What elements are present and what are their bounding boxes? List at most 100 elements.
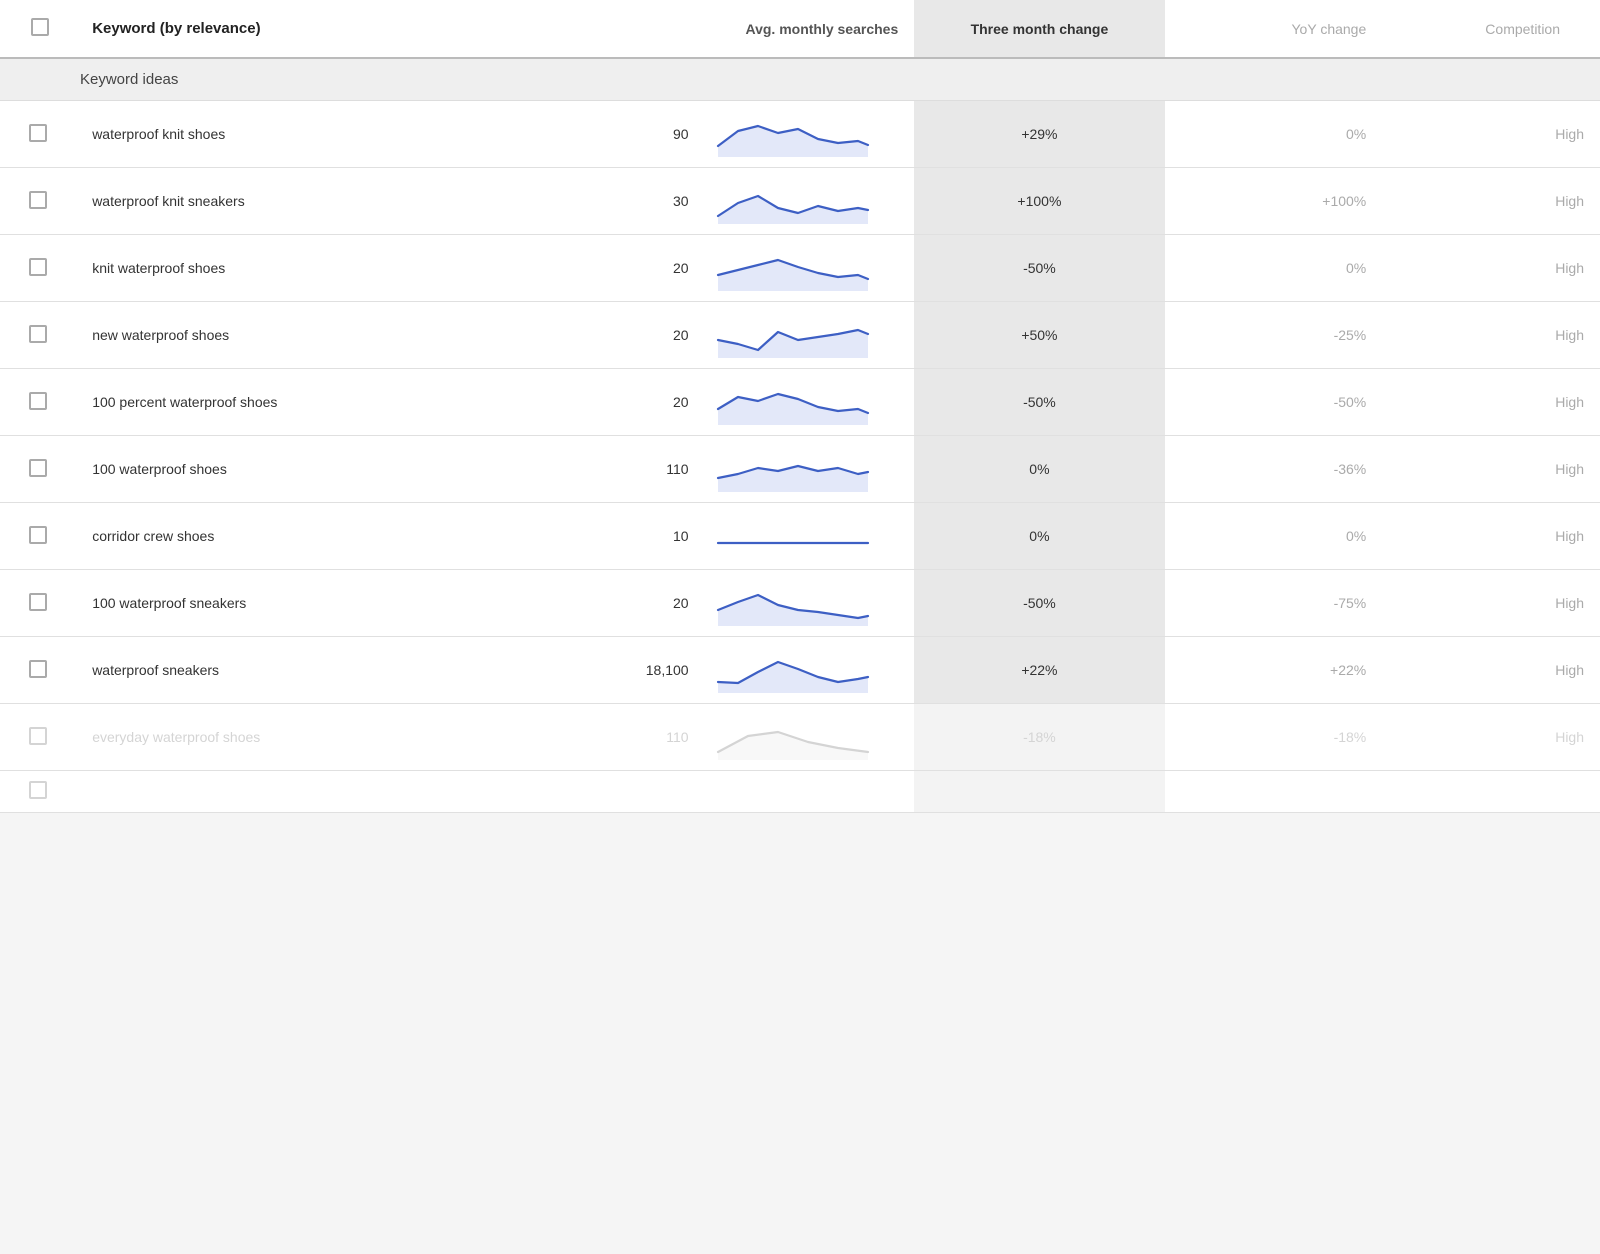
- table-row-partial: [0, 771, 1600, 813]
- table-row: new waterproof shoes 20 +50% -25% High: [0, 302, 1600, 369]
- avg-searches-value: 90: [544, 101, 696, 168]
- competition-value: High: [1382, 503, 1600, 570]
- row-checkbox-3[interactable]: [0, 302, 76, 369]
- col-header-competition: Competition: [1382, 0, 1600, 58]
- keyword-cell-partial: [76, 771, 544, 813]
- row-checkbox-6[interactable]: [0, 503, 76, 570]
- three-month-change-value: +22%: [914, 637, 1164, 704]
- row-checkbox-8[interactable]: [0, 637, 76, 704]
- yoy-change-value: +22%: [1165, 637, 1383, 704]
- checkbox-box-3[interactable]: [29, 325, 47, 343]
- row-checkbox-7[interactable]: [0, 570, 76, 637]
- row-checkbox-4[interactable]: [0, 369, 76, 436]
- three-month-change-value: -50%: [914, 369, 1164, 436]
- three-month-change-value: 0%: [914, 436, 1164, 503]
- competition-value: High: [1382, 369, 1600, 436]
- keyword-cell: 100 waterproof sneakers: [76, 570, 544, 637]
- yoy-change-value: -36%: [1165, 436, 1383, 503]
- yoy-change-value: +100%: [1165, 168, 1383, 235]
- checkbox-box-7[interactable]: [29, 593, 47, 611]
- header-checkbox-box[interactable]: [31, 18, 49, 36]
- keyword-cell: waterproof knit shoes: [76, 101, 544, 168]
- avg-searches-value: 18,100: [544, 637, 696, 704]
- competition-value: High: [1382, 704, 1600, 771]
- three-month-change-value: -50%: [914, 570, 1164, 637]
- sparkline-cell: [697, 637, 915, 704]
- keyword-cell: waterproof knit sneakers: [76, 168, 544, 235]
- yoy-change-value: -75%: [1165, 570, 1383, 637]
- col-header-three-month: Three month change: [914, 0, 1164, 58]
- keyword-cell: 100 waterproof shoes: [76, 436, 544, 503]
- row-checkbox-0[interactable]: [0, 101, 76, 168]
- avg-searches-value: 110: [544, 436, 696, 503]
- table-row: waterproof knit shoes 90 +29% 0% High: [0, 101, 1600, 168]
- checkbox-box-6[interactable]: [29, 526, 47, 544]
- row-checkbox-extra[interactable]: [0, 771, 76, 813]
- sparkline-partial: [697, 771, 915, 813]
- row-checkbox-2[interactable]: [0, 235, 76, 302]
- avg-searches-value: 20: [544, 235, 696, 302]
- competition-value: High: [1382, 168, 1600, 235]
- table-row: 100 percent waterproof shoes 20 -50% -50…: [0, 369, 1600, 436]
- three-month-change-value: 0%: [914, 503, 1164, 570]
- keyword-cell: knit waterproof shoes: [76, 235, 544, 302]
- col-header-avg: Avg. monthly searches: [544, 0, 914, 58]
- sparkline-cell: [697, 101, 915, 168]
- avg-searches-value: 30: [544, 168, 696, 235]
- row-checkbox-1[interactable]: [0, 168, 76, 235]
- avg-searches-value: 10: [544, 503, 696, 570]
- checkbox-box-1[interactable]: [29, 191, 47, 209]
- table-row: corridor crew shoes 10 0% 0% High: [0, 503, 1600, 570]
- three-month-change-value: +50%: [914, 302, 1164, 369]
- sparkline-cell: [697, 704, 915, 771]
- keyword-cell: everyday waterproof shoes: [76, 704, 544, 771]
- keyword-table-container: Keyword (by relevance) Avg. monthly sear…: [0, 0, 1600, 813]
- sparkline-cell: [697, 168, 915, 235]
- table-row: waterproof knit sneakers 30 +100% +100% …: [0, 168, 1600, 235]
- row-checkbox-5[interactable]: [0, 436, 76, 503]
- table-row: 100 waterproof sneakers 20 -50% -75% Hig…: [0, 570, 1600, 637]
- sparkline-cell: [697, 235, 915, 302]
- col-header-keyword: Keyword (by relevance): [76, 0, 544, 58]
- competition-value: High: [1382, 436, 1600, 503]
- competition-value: High: [1382, 101, 1600, 168]
- sparkline-cell: [697, 369, 915, 436]
- competition-value: High: [1382, 302, 1600, 369]
- checkbox-box-5[interactable]: [29, 459, 47, 477]
- keyword-table: Keyword (by relevance) Avg. monthly sear…: [0, 0, 1600, 813]
- competition-value: High: [1382, 570, 1600, 637]
- keyword-cell: waterproof sneakers: [76, 637, 544, 704]
- checkbox-box-4[interactable]: [29, 392, 47, 410]
- yoy-change-value: 0%: [1165, 235, 1383, 302]
- avg-searches-value: 20: [544, 302, 696, 369]
- three-month-change-value: -50%: [914, 235, 1164, 302]
- sparkline-cell: [697, 570, 915, 637]
- keyword-ideas-section-header: Keyword ideas: [0, 58, 1600, 101]
- three-month-change-value: +29%: [914, 101, 1164, 168]
- three-partial: [914, 771, 1164, 813]
- checkbox-box-extra[interactable]: [29, 781, 47, 799]
- checkbox-box-2[interactable]: [29, 258, 47, 276]
- avg-partial: [544, 771, 696, 813]
- yoy-partial: [1165, 771, 1383, 813]
- sparkline-cell: [697, 436, 915, 503]
- keyword-cell: 100 percent waterproof shoes: [76, 369, 544, 436]
- table-row: everyday waterproof shoes 110 -18% -18% …: [0, 704, 1600, 771]
- checkbox-box-9[interactable]: [29, 727, 47, 745]
- table-header-row: Keyword (by relevance) Avg. monthly sear…: [0, 0, 1600, 58]
- three-month-change-value: -18%: [914, 704, 1164, 771]
- keyword-cell: new waterproof shoes: [76, 302, 544, 369]
- avg-searches-value: 20: [544, 369, 696, 436]
- sparkline-cell: [697, 302, 915, 369]
- yoy-change-value: 0%: [1165, 101, 1383, 168]
- checkbox-box-0[interactable]: [29, 124, 47, 142]
- three-month-change-value: +100%: [914, 168, 1164, 235]
- table-row: knit waterproof shoes 20 -50% 0% High: [0, 235, 1600, 302]
- col-header-yoy: YoY change: [1165, 0, 1383, 58]
- avg-searches-value: 20: [544, 570, 696, 637]
- select-all-checkbox[interactable]: [0, 0, 76, 58]
- checkbox-box-8[interactable]: [29, 660, 47, 678]
- row-checkbox-9[interactable]: [0, 704, 76, 771]
- competition-value: High: [1382, 235, 1600, 302]
- sparkline-cell: [697, 503, 915, 570]
